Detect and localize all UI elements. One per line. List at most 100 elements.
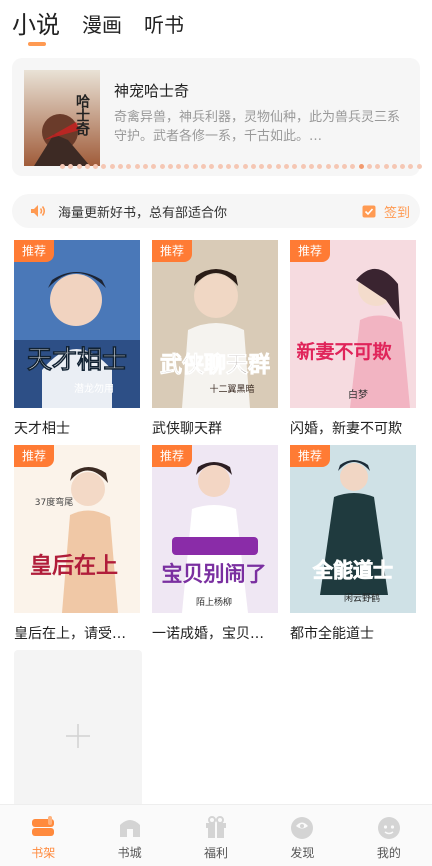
notice-text: 海量更新好书，总有部适合你 — [58, 206, 228, 221]
recommend-badge: 推荐 — [290, 445, 330, 467]
profile-icon — [377, 817, 400, 839]
pager-dot[interactable] — [134, 164, 140, 169]
book-cover-title: 天才相士 — [27, 345, 127, 374]
nav-label: 书城 — [117, 846, 142, 860]
book-cover-author: 十二翼黑暗 — [209, 383, 254, 395]
pager-dot[interactable] — [259, 164, 265, 169]
tab-audiobook[interactable]: 听书 — [144, 10, 184, 40]
banner-title: 神宠哈士奇 — [114, 82, 190, 100]
pager-dot[interactable] — [342, 164, 348, 169]
pager-dot[interactable] — [93, 164, 99, 169]
pager-dot[interactable] — [184, 164, 190, 169]
active-tab-indicator — [28, 42, 46, 46]
pager-dot[interactable] — [400, 164, 406, 169]
book-cover: 新妻不可欺 白梦 推荐 — [290, 240, 416, 408]
pager-dot[interactable] — [391, 164, 397, 169]
bookshelf-icon — [32, 816, 55, 836]
nav-bookstore[interactable]: 书城 — [86, 805, 172, 866]
nav-discover[interactable]: 发现 — [259, 805, 345, 866]
book-cover-title: 新妻不可欺 — [296, 340, 391, 363]
pager-dot[interactable] — [68, 164, 74, 169]
bookstore-icon — [119, 820, 140, 837]
pager-dot[interactable] — [225, 164, 231, 169]
recommend-badge: 推荐 — [14, 240, 54, 262]
nav-profile[interactable]: 我的 — [346, 805, 432, 866]
nav-label: 福利 — [204, 846, 229, 860]
gift-icon — [206, 816, 227, 838]
book-title: 闪婚，新妻不可欺 — [290, 421, 402, 437]
pager-dot[interactable] — [317, 164, 323, 169]
book-cover: 武侠聊天群 十二翼黑暗 推荐 — [152, 240, 278, 408]
book-title: 一诺成婚，宝贝… — [152, 626, 264, 642]
pager-dot[interactable] — [118, 164, 124, 169]
nav-bookshelf[interactable]: 书架 — [0, 805, 86, 866]
pager-dot[interactable] — [300, 164, 306, 169]
pager-dot[interactable] — [275, 164, 281, 169]
pager-dot[interactable] — [101, 164, 107, 169]
nav-label: 发现 — [290, 846, 315, 860]
pager-dot[interactable] — [192, 164, 198, 169]
recommend-badge: 推荐 — [14, 445, 54, 467]
pager-dot[interactable] — [325, 164, 331, 169]
book-cover: 全能道士 闲云野鹤 推荐 — [290, 445, 416, 613]
book-cover-title: 宝贝别闹了 — [162, 561, 267, 586]
book-cover-title: 武侠聊天群 — [160, 352, 270, 378]
pager-dot[interactable] — [167, 164, 173, 169]
speaker-icon — [31, 205, 45, 217]
checkin-button[interactable]: 签到 — [384, 202, 410, 221]
pager-dot[interactable] — [60, 164, 65, 169]
book-cover: 37度弯尾 皇后在上 推荐 — [14, 445, 140, 613]
banner-description: 奇禽异兽，神兵利器，灵物仙种，此为兽兵灵三系守护。武者各修一系，千古如此。… — [114, 110, 401, 144]
recommend-badge: 推荐 — [290, 240, 330, 262]
pager-dot[interactable] — [142, 164, 148, 169]
pager-dot[interactable] — [383, 164, 389, 169]
pager-dot[interactable] — [267, 164, 273, 169]
book-title: 武侠聊天群 — [152, 421, 222, 437]
pager-dot[interactable] — [250, 164, 256, 169]
book-cover-author: 陌上杨柳 — [196, 596, 232, 608]
book-title: 都市全能道士 — [290, 626, 374, 642]
pager-dot[interactable] — [151, 164, 157, 169]
nav-label: 我的 — [376, 846, 401, 860]
banner-cover-image: 哈士奇 — [24, 70, 100, 166]
pager-dot[interactable] — [358, 164, 364, 169]
pager-dot[interactable] — [308, 164, 314, 169]
pager-dot[interactable] — [176, 164, 182, 169]
pager-dot[interactable] — [234, 164, 240, 169]
pager-dot[interactable] — [84, 164, 90, 169]
pager-dot[interactable] — [333, 164, 339, 169]
book-cover-title: 全能道士 — [312, 558, 393, 582]
pager-dot[interactable] — [217, 164, 223, 169]
pager-dot[interactable] — [242, 164, 248, 169]
pager-dot[interactable] — [408, 164, 414, 169]
nav-label: 书架 — [31, 846, 56, 860]
pager-dot[interactable] — [76, 164, 82, 169]
recommend-badge: 推荐 — [152, 445, 192, 467]
banner-cover-text: 哈士奇 — [74, 93, 90, 137]
pager-dot[interactable] — [126, 164, 132, 169]
notice-bar[interactable]: 海量更新好书，总有部适合你 签到 — [12, 194, 420, 228]
book-cover-author: 37度弯尾 — [35, 496, 73, 508]
discover-icon — [291, 817, 314, 839]
book-cover: 天才相士 潜龙勿用 推荐 — [14, 240, 140, 408]
pager-dot[interactable] — [416, 164, 422, 169]
featured-banner[interactable]: 哈士奇 神宠哈士奇 奇禽异兽，神兵利器，灵物仙种，此为兽兵灵三系守护。武者各修一… — [12, 58, 422, 176]
pager-dot[interactable] — [375, 164, 381, 169]
nav-welfare[interactable]: 福利 — [173, 805, 259, 866]
pager-dot[interactable] — [109, 164, 115, 169]
tab-comic[interactable]: 漫画 — [82, 10, 122, 40]
add-book-card[interactable] — [14, 650, 142, 810]
pager-dot[interactable] — [292, 164, 298, 169]
book-title: 皇后在上，请受… — [14, 626, 126, 642]
plus-icon — [66, 724, 90, 748]
book-cover-title: 皇后在上 — [30, 553, 118, 579]
pager-dot[interactable] — [284, 164, 290, 169]
tab-novel[interactable]: 小说 — [12, 10, 60, 40]
book-cover-author: 闲云野鹤 — [344, 592, 380, 604]
pager-dot[interactable] — [159, 164, 165, 169]
pager-dot[interactable] — [209, 164, 215, 169]
pager-dot[interactable] — [201, 164, 207, 169]
pager-dot[interactable] — [366, 164, 372, 169]
pager-dot[interactable] — [350, 164, 356, 169]
checkbox-icon — [362, 205, 376, 218]
